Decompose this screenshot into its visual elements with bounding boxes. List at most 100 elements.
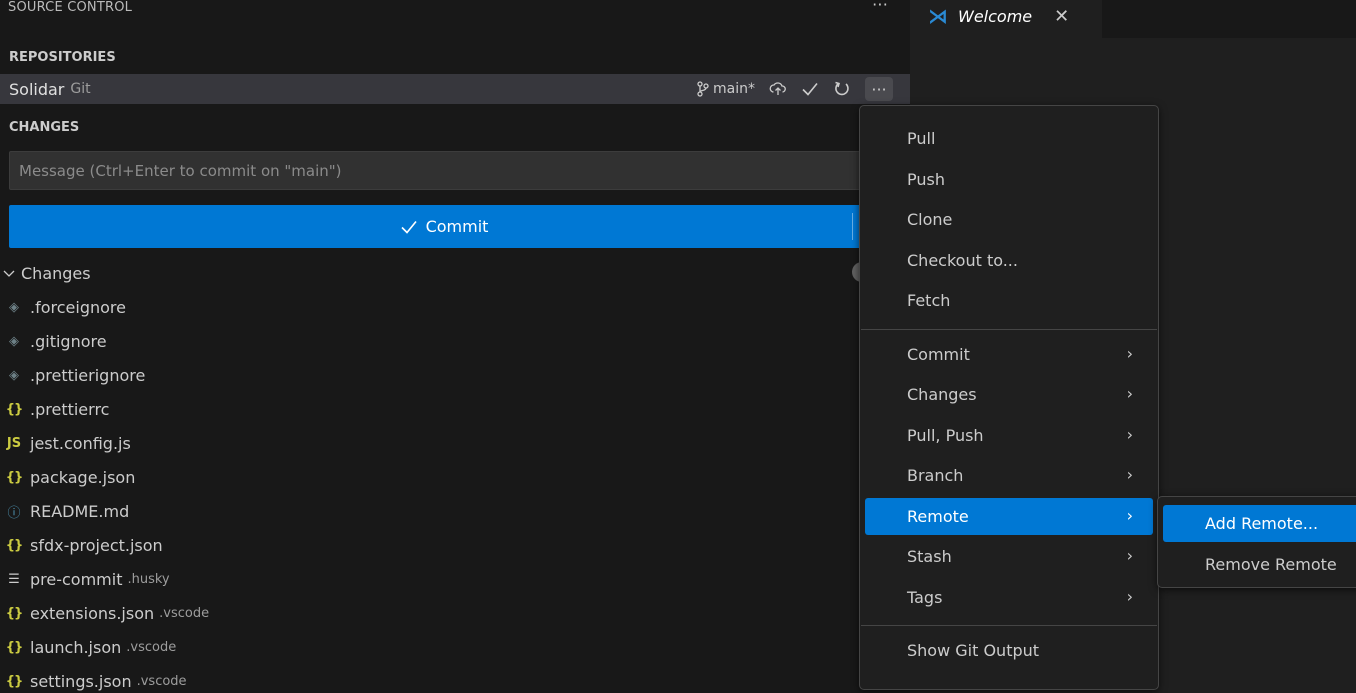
changed-file-row[interactable]: {} extensions.json .vscode <box>6 596 209 630</box>
changed-file-row[interactable]: ⓘ README.md <box>6 494 129 528</box>
source-control-sidebar: SOURCE CONTROL ··· REPOSITORIES Solidar … <box>0 0 910 693</box>
menu-item-fetch[interactable]: Fetch <box>865 282 1153 319</box>
menu-item-clone[interactable]: Clone <box>865 201 1153 238</box>
repository-row[interactable]: Solidar Git main* ··· <box>0 74 910 104</box>
commit-message-input[interactable] <box>9 151 879 190</box>
menu-item-label: Add Remote... <box>1205 514 1319 533</box>
menu-item-label: Checkout to... <box>907 250 1018 270</box>
repository-kind: Git <box>70 81 91 97</box>
scm-more-actions-menu: Pull Push Clone Checkout to... Fetch Commit › C… <box>859 105 1159 690</box>
changed-file-row[interactable]: ◈ .prettierignore <box>6 358 145 392</box>
chevron-right-icon: › <box>1126 343 1133 363</box>
menu-item-push[interactable]: Push <box>865 161 1153 198</box>
view-title: SOURCE CONTROL ··· <box>0 0 910 20</box>
menu-separator <box>861 625 1157 626</box>
repository-actions: main* ··· <box>696 74 893 104</box>
menu-item-label: Branch <box>907 466 964 485</box>
config-icon: ◈ <box>9 333 19 349</box>
menu-item-label: Stash <box>907 547 952 566</box>
tab-bar: ⋊ Welcome ✕ <box>910 0 1356 38</box>
view-title-label: SOURCE CONTROL <box>8 0 133 15</box>
json-icon: {} <box>5 469 24 485</box>
js-icon: JS <box>6 435 22 451</box>
file-name: launch.json <box>30 637 122 657</box>
menu-separator <box>861 328 1157 330</box>
menu-item-add-remote[interactable]: Add Remote... <box>1163 505 1356 542</box>
chevron-right-icon: › <box>1126 546 1133 565</box>
close-icon[interactable]: ✕ <box>1054 6 1069 27</box>
more-actions-button[interactable]: ··· <box>865 77 893 101</box>
changes-section-header[interactable]: CHANGES <box>0 114 910 140</box>
chevron-right-icon: › <box>1126 586 1133 606</box>
menu-item-remote[interactable]: Remote › <box>865 497 1153 535</box>
menu-item-commit[interactable]: Commit › <box>865 336 1153 373</box>
file-name: README.md <box>30 501 130 521</box>
menu-item-label: Remote <box>907 506 969 526</box>
info-icon: ⓘ <box>7 505 21 521</box>
file-folder-description: .vscode <box>126 639 177 655</box>
changes-group-label: Changes <box>21 263 91 283</box>
changed-file-row[interactable]: JS jest.config.js <box>6 426 131 460</box>
file-name: settings.json <box>30 671 132 691</box>
view-more-actions-icon[interactable]: ··· <box>872 0 888 14</box>
menu-item-label: Remove Remote <box>1205 555 1337 574</box>
commit-button[interactable]: Commit <box>9 205 879 248</box>
chevron-right-icon: › <box>1126 384 1133 403</box>
config-icon: ◈ <box>9 367 19 383</box>
changes-section-label: CHANGES <box>9 119 80 135</box>
remote-submenu: Add Remote... Remove Remote <box>1157 496 1356 588</box>
text-lines-icon: ☰ <box>8 571 20 587</box>
commit-button-divider <box>852 213 853 240</box>
menu-item-pull-push[interactable]: Pull, Push › <box>865 417 1153 454</box>
json-icon: {} <box>5 401 24 417</box>
file-name: .gitignore <box>30 331 107 351</box>
menu-item-tags[interactable]: Tags › <box>865 579 1153 616</box>
menu-item-label: Show Git Output <box>907 641 1040 660</box>
commit-check-icon[interactable] <box>801 81 819 97</box>
chevron-right-icon: › <box>1126 424 1133 444</box>
menu-item-stash[interactable]: Stash › <box>865 538 1153 575</box>
menu-item-label: Fetch <box>907 291 951 310</box>
publish-branch-icon[interactable] <box>769 81 787 97</box>
changed-file-row[interactable]: ☰ pre-commit .husky <box>6 562 170 596</box>
changed-file-row[interactable]: {} launch.json .vscode <box>6 630 176 664</box>
tab-welcome-label: Welcome <box>958 6 1033 26</box>
check-icon <box>400 220 417 234</box>
changed-file-row[interactable]: ◈ .gitignore <box>6 324 107 358</box>
chevron-right-icon: › <box>1126 465 1133 484</box>
file-name: package.json <box>30 467 136 487</box>
menu-item-label: Changes <box>907 385 977 404</box>
file-folder-description: .husky <box>127 571 170 587</box>
file-name: .prettierignore <box>30 365 146 385</box>
json-icon: {} <box>5 605 24 621</box>
changed-file-row[interactable]: {} settings.json .vscode <box>6 664 187 693</box>
menu-item-label: Commit <box>907 344 970 364</box>
file-folder-description: .vscode <box>136 673 187 689</box>
git-branch-icon <box>697 81 709 97</box>
changed-file-row[interactable]: ◈ .forceignore <box>6 290 126 324</box>
menu-item-branch[interactable]: Branch › <box>865 457 1153 494</box>
tab-welcome[interactable]: ⋊ Welcome ✕ <box>910 0 1102 38</box>
repositories-header[interactable]: REPOSITORIES <box>0 44 910 70</box>
menu-item-label: Tags <box>907 587 943 607</box>
menu-item-changes[interactable]: Changes › <box>865 376 1153 413</box>
chevron-right-icon: › <box>1126 505 1133 525</box>
branch-name: main* <box>713 81 755 97</box>
menu-item-label: Push <box>907 169 945 189</box>
file-name: extensions.json <box>30 603 155 623</box>
config-icon: ◈ <box>9 299 19 315</box>
refresh-icon[interactable] <box>833 80 851 98</box>
changed-file-row[interactable]: {} sfdx-project.json <box>6 528 163 562</box>
commit-button-label: Commit <box>425 217 489 236</box>
json-icon: {} <box>5 673 24 689</box>
changed-file-row[interactable]: {} package.json <box>5 460 136 494</box>
menu-item-remove-remote[interactable]: Remove Remote <box>1163 546 1356 583</box>
menu-item-pull[interactable]: Pull <box>865 120 1153 157</box>
changed-file-row[interactable]: {} .prettierrc <box>5 392 110 426</box>
changes-group-header[interactable]: Changes <box>3 259 91 287</box>
menu-item-label: Pull, Push <box>907 425 984 445</box>
menu-item-show-git-output[interactable]: Show Git Output <box>865 632 1153 669</box>
file-name: .prettierrc <box>30 399 110 419</box>
menu-item-checkout-to[interactable]: Checkout to... <box>865 242 1153 279</box>
branch-indicator[interactable]: main* <box>696 81 755 97</box>
